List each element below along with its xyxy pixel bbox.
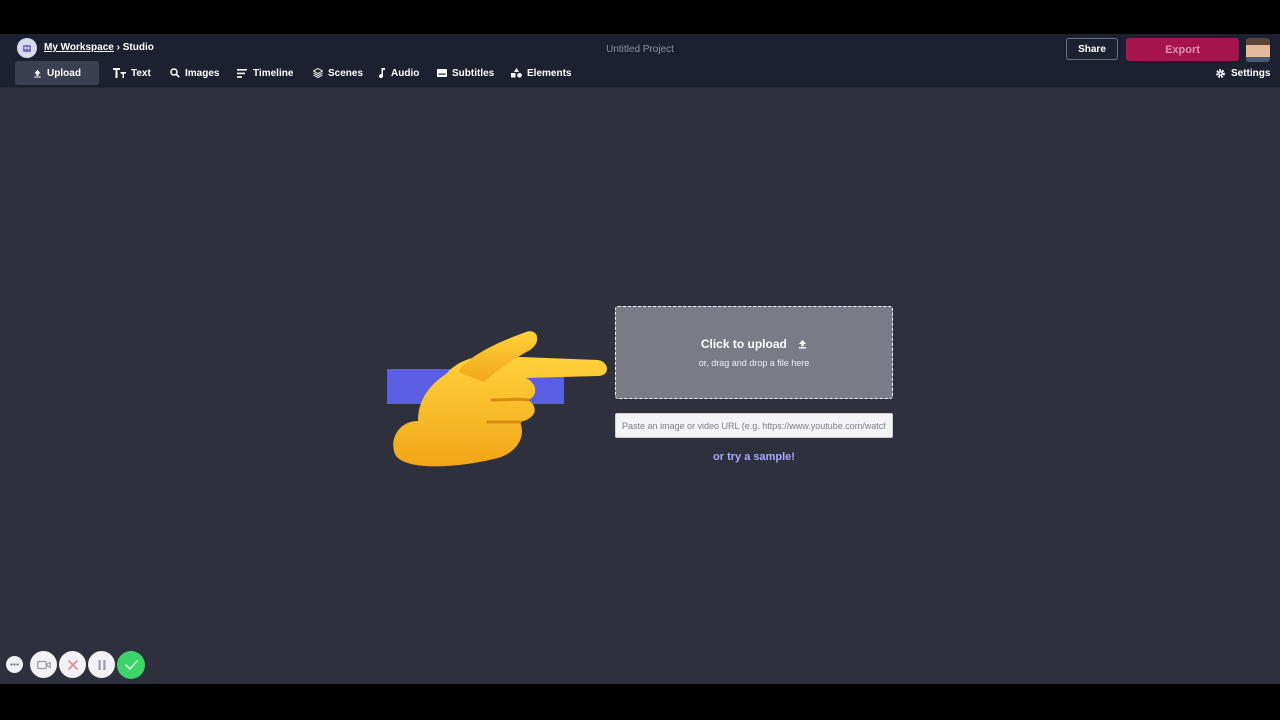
tab-subtitles[interactable]: Subtitles (437, 61, 494, 85)
tab-audio-label: Audio (391, 67, 420, 79)
tab-upload-label: Upload (47, 67, 81, 79)
text-icon (113, 68, 126, 78)
share-button[interactable]: Share (1066, 38, 1118, 60)
shapes-icon (511, 68, 522, 78)
tab-text[interactable]: Text (113, 61, 151, 85)
subtitles-icon (437, 69, 447, 77)
upload-subtitle: or, drag and drop a file here (698, 358, 810, 368)
camera-button[interactable] (30, 651, 57, 678)
more-icon (10, 663, 19, 666)
tab-text-label: Text (131, 67, 151, 79)
pause-icon (98, 659, 105, 670)
studio-app: My Workspace › Studio Untitled Project S… (0, 34, 1280, 684)
media-url-input[interactable] (615, 413, 893, 438)
tab-images[interactable]: Images (170, 61, 219, 85)
tab-elements-label: Elements (527, 67, 572, 79)
export-button[interactable]: Export (1126, 38, 1239, 61)
tab-elements[interactable]: Elements (511, 61, 571, 85)
pointing-hand-icon (393, 331, 607, 467)
settings-label: Settings (1231, 67, 1271, 79)
tab-subtitles-label: Subtitles (452, 67, 495, 79)
timeline-icon (237, 68, 247, 78)
tab-timeline[interactable]: Timeline (237, 61, 293, 85)
more-button[interactable] (6, 656, 23, 673)
try-sample-link[interactable]: or try a sample! (615, 451, 893, 463)
letterbox-bottom (0, 684, 1280, 720)
pause-recording-button[interactable] (88, 651, 115, 678)
camera-icon (36, 660, 51, 669)
upload-arrow-icon (799, 339, 807, 349)
gear-icon (1216, 68, 1225, 78)
settings-button[interactable]: Settings (1215, 61, 1270, 85)
user-avatar[interactable] (1246, 38, 1270, 62)
tab-scenes-label: Scenes (328, 67, 364, 79)
tab-images-label: Images (185, 67, 220, 79)
tab-scenes[interactable]: Scenes (313, 61, 363, 85)
tab-timeline-label: Timeline (253, 67, 294, 79)
check-icon (124, 660, 138, 670)
upload-drop-zone[interactable]: Click to upload or, drag and drop a file… (615, 306, 893, 399)
layers-icon (313, 68, 323, 78)
upload-icon (34, 69, 41, 78)
upload-title-text: Click to upload (700, 337, 787, 351)
letterbox-top (0, 0, 1280, 34)
finish-recording-button[interactable] (117, 651, 145, 679)
music-note-icon (379, 68, 385, 78)
tab-audio[interactable]: Audio (378, 61, 419, 85)
top-bar: My Workspace › Studio Untitled Project S… (0, 34, 1280, 88)
cancel-recording-button[interactable] (59, 651, 86, 678)
search-icon (170, 68, 180, 78)
tab-upload[interactable]: Upload (15, 61, 99, 85)
upload-title: Click to upload (616, 337, 892, 351)
close-icon (67, 659, 78, 670)
